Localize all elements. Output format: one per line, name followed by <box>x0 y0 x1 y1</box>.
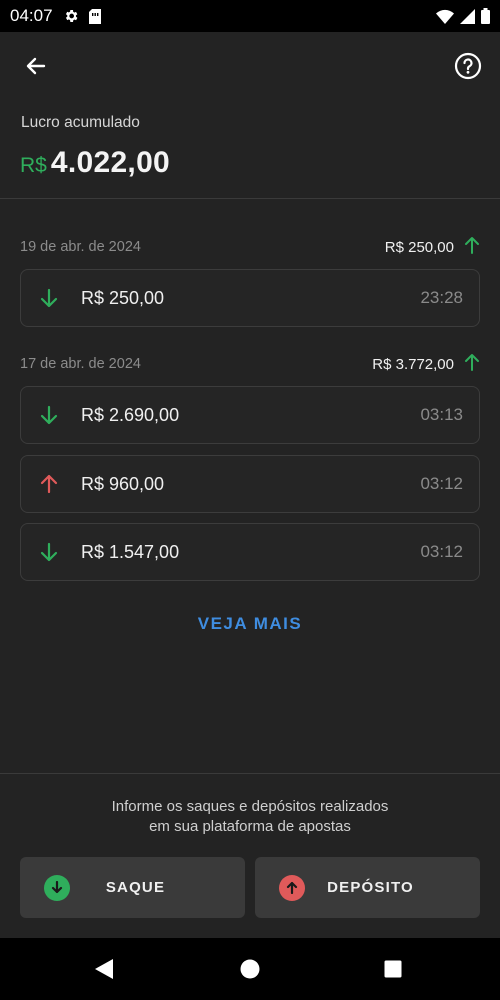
summary-label: Lucro acumulado <box>21 114 140 131</box>
arrow-down-icon <box>37 542 61 562</box>
transaction-amount: R$ 1.547,00 <box>81 541 180 562</box>
status-bar: 04:07 <box>0 0 500 32</box>
group-date: 17 de abr. de 2024 <box>20 356 141 372</box>
arrow-down-circle-icon <box>44 874 70 901</box>
summary-value: 4.022,00 <box>50 146 171 179</box>
transaction-card[interactable]: R$ 250,00 23:28 <box>20 269 480 327</box>
divider <box>0 198 500 199</box>
arrow-down-icon <box>37 288 61 308</box>
transaction-amount: R$ 2.690,00 <box>81 404 180 425</box>
summary-amount: R$ 4.022,00 <box>20 146 170 180</box>
transaction-amount: R$ 960,00 <box>81 473 165 494</box>
transaction-card[interactable]: R$ 960,00 03:12 <box>20 455 480 513</box>
transaction-time: 03:12 <box>420 542 463 561</box>
info-text: Informe os saques e depósitos realizados… <box>0 797 500 837</box>
group-total: R$ 3.772,00 <box>372 353 480 375</box>
info-line: em sua plataforma de apostas <box>149 818 351 835</box>
group-total-value: R$ 250,00 <box>384 238 454 256</box>
deposit-button[interactable]: DEPÓSITO <box>255 857 480 918</box>
battery-icon <box>481 8 490 24</box>
transaction-amount: R$ 250,00 <box>81 287 165 308</box>
signal-icon <box>460 8 475 24</box>
arrow-left-icon <box>24 54 48 83</box>
sim-card-icon <box>88 8 101 24</box>
wifi-icon <box>436 9 454 24</box>
group-date: 19 de abr. de 2024 <box>20 239 141 255</box>
transaction-card[interactable]: R$ 2.690,00 03:13 <box>20 386 480 444</box>
transaction-time: 03:13 <box>420 405 463 424</box>
deposit-label: DEPÓSITO <box>327 879 414 896</box>
withdraw-label: SAQUE <box>105 879 166 896</box>
help-button[interactable] <box>452 52 484 84</box>
group-header: 17 de abr. de 2024 R$ 3.772,00 <box>20 352 480 376</box>
question-circle-icon <box>454 52 482 85</box>
see-more-link[interactable]: VEJA MAIS <box>0 614 500 634</box>
arrow-up-icon <box>37 474 61 494</box>
group-total-value: R$ 3.772,00 <box>372 355 454 373</box>
transaction-card[interactable]: R$ 1.547,00 03:12 <box>20 523 480 581</box>
back-triangle-icon[interactable] <box>94 958 114 980</box>
arrow-down-icon <box>37 405 61 425</box>
group-total: R$ 250,00 <box>385 236 480 258</box>
recents-square-icon[interactable] <box>384 960 402 978</box>
arrow-up-icon <box>464 236 480 258</box>
arrow-up-circle-icon <box>279 874 305 901</box>
home-circle-icon[interactable] <box>240 959 260 979</box>
withdraw-button[interactable]: SAQUE <box>20 857 245 918</box>
status-time: 04:07 <box>10 6 53 25</box>
info-line: Informe os saques e depósitos realizados <box>111 798 389 815</box>
header <box>0 32 500 100</box>
back-button[interactable] <box>20 52 52 84</box>
transaction-time: 23:28 <box>420 288 463 307</box>
divider <box>0 773 500 774</box>
arrow-up-icon <box>464 353 480 375</box>
summary-currency: R$ <box>20 154 47 177</box>
transaction-time: 03:12 <box>420 474 463 493</box>
gear-icon <box>63 8 79 24</box>
group-header: 19 de abr. de 2024 R$ 250,00 <box>20 235 480 259</box>
system-nav-bar <box>0 938 500 1000</box>
